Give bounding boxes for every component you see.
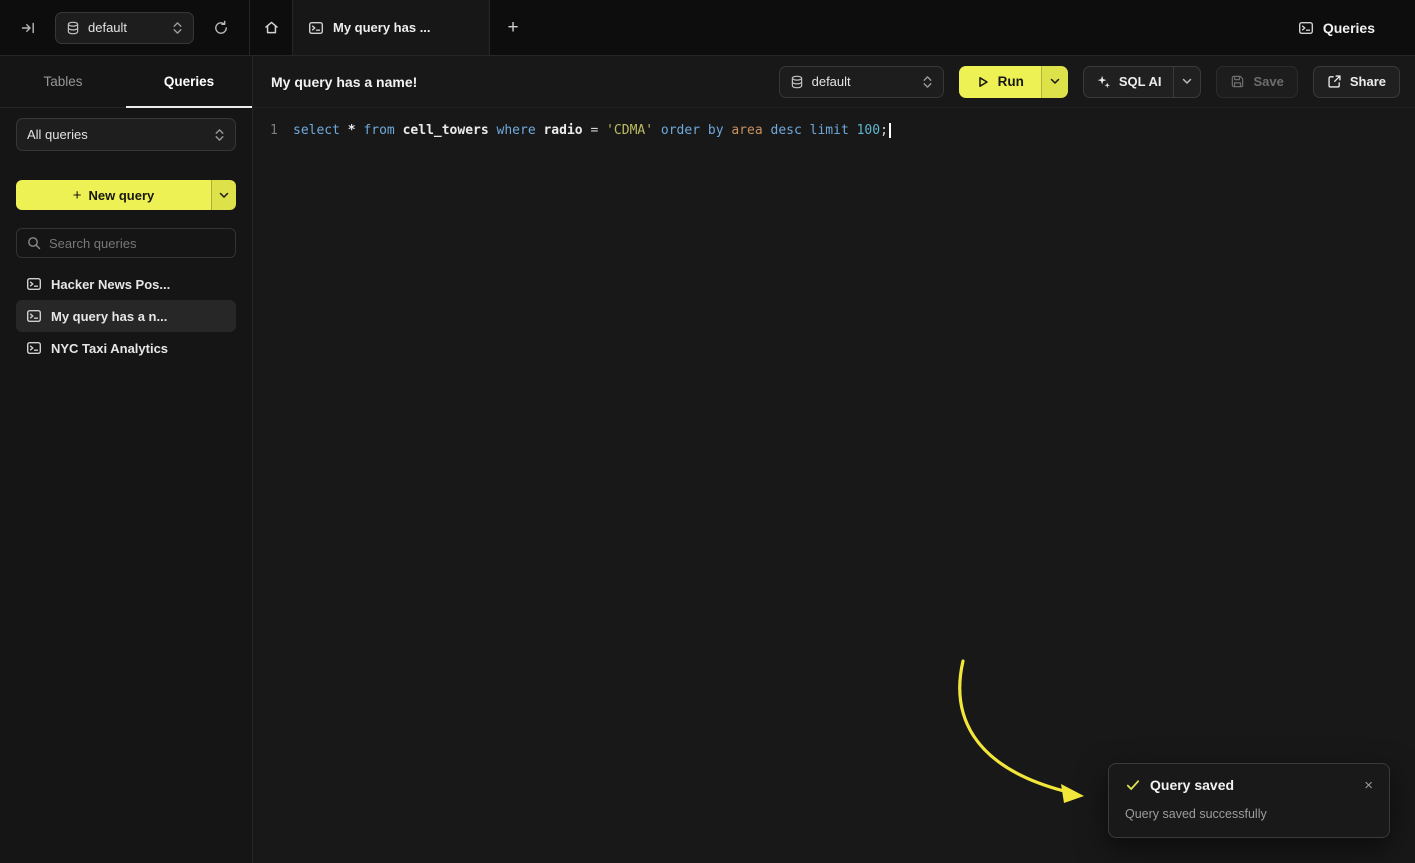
save-icon xyxy=(1230,74,1245,89)
sidebar-tab-tables[interactable]: Tables xyxy=(0,56,126,107)
new-query-label: New query xyxy=(89,188,155,203)
query-icon xyxy=(1298,20,1314,36)
sidebar-content: All queries + New query xyxy=(0,108,252,380)
sidebar-tabs: Tables Queries xyxy=(0,56,252,108)
queries-panel-button[interactable]: Queries xyxy=(1298,20,1375,36)
sparkle-icon xyxy=(1096,74,1111,89)
body-row: Tables Queries All queries + New query xyxy=(0,56,1415,863)
database-selector-content: default xyxy=(790,74,851,89)
main-panel: My query has a name! default xyxy=(253,56,1415,863)
chevron-down-icon xyxy=(1050,78,1060,85)
code-tokens: select * from cell_towers where radio = … xyxy=(293,123,888,138)
query-list: Hacker News Pos... My query has a n... xyxy=(16,268,236,364)
updown-chevron-icon xyxy=(214,128,225,142)
database-selector-value: default xyxy=(88,20,127,35)
text-cursor xyxy=(889,123,891,138)
queries-panel-label: Queries xyxy=(1323,20,1375,36)
query-item-label: My query has a n... xyxy=(51,309,167,324)
query-list-item[interactable]: NYC Taxi Analytics xyxy=(16,332,236,364)
toast-message: Query saved successfully xyxy=(1125,807,1373,821)
collapse-sidebar-icon xyxy=(20,20,36,36)
query-list-item[interactable]: My query has a n... xyxy=(16,300,236,332)
query-icon xyxy=(26,308,42,324)
sidebar: Tables Queries All queries + New query xyxy=(0,56,253,863)
check-icon xyxy=(1125,777,1141,793)
share-button[interactable]: Share xyxy=(1313,66,1400,98)
sql-ai-options-button[interactable] xyxy=(1173,67,1200,97)
sql-ai-label: SQL AI xyxy=(1119,74,1162,89)
sidebar-tab-queries[interactable]: Queries xyxy=(126,56,252,107)
sql-ai-split-button: SQL AI xyxy=(1083,66,1202,98)
search-queries-input[interactable] xyxy=(49,236,225,251)
toast-header: Query saved × xyxy=(1125,777,1373,793)
new-tab-button[interactable]: + xyxy=(490,0,536,55)
share-label: Share xyxy=(1350,74,1386,89)
query-icon xyxy=(26,340,42,356)
tab-my-query[interactable]: My query has ... xyxy=(292,0,490,55)
toolbar-database-selector[interactable]: default xyxy=(779,66,944,98)
sql-editor[interactable]: 1 select * from cell_towers where radio … xyxy=(253,108,1415,863)
app-root: default xyxy=(0,0,1415,863)
home-button[interactable] xyxy=(250,0,292,55)
topbar: default xyxy=(0,0,1415,56)
database-selector-value: default xyxy=(812,74,851,89)
tab-bar: My query has ... + xyxy=(250,0,536,55)
query-toolbar: default Run xyxy=(779,66,1400,98)
play-icon xyxy=(976,75,990,89)
queries-filter-select[interactable]: All queries xyxy=(16,118,236,151)
toast-close-button[interactable]: × xyxy=(1364,778,1373,793)
database-selector-content: default xyxy=(66,20,127,35)
code-line: 1 select * from cell_towers where radio … xyxy=(253,120,1415,141)
query-item-label: Hacker News Pos... xyxy=(51,277,170,292)
updown-chevron-icon xyxy=(922,75,933,89)
run-options-button[interactable] xyxy=(1041,66,1068,98)
new-query-button[interactable]: + New query xyxy=(16,180,211,210)
database-icon xyxy=(66,21,80,35)
run-split-button: Run xyxy=(959,66,1068,98)
database-icon xyxy=(790,75,804,89)
chevron-down-icon xyxy=(1182,78,1192,85)
toast-query-saved: Query saved × Query saved successfully xyxy=(1108,763,1390,838)
home-icon xyxy=(263,19,280,36)
topbar-right: Queries xyxy=(1298,0,1415,55)
line-number: 1 xyxy=(270,123,283,138)
refresh-icon xyxy=(213,20,229,36)
query-icon xyxy=(308,20,324,36)
run-label: Run xyxy=(998,74,1024,89)
save-button[interactable]: Save xyxy=(1216,66,1297,98)
query-list-item[interactable]: Hacker News Pos... xyxy=(16,268,236,300)
refresh-button[interactable] xyxy=(206,13,236,43)
search-icon xyxy=(27,236,41,250)
page-title: My query has a name! xyxy=(271,74,417,90)
tab-label: My query has ... xyxy=(333,20,431,35)
query-header: My query has a name! default xyxy=(253,56,1415,108)
chevron-down-icon xyxy=(219,192,229,199)
plus-icon: + xyxy=(73,187,82,204)
run-button[interactable]: Run xyxy=(959,66,1041,98)
updown-chevron-icon xyxy=(172,21,183,35)
query-item-label: NYC Taxi Analytics xyxy=(51,341,168,356)
new-query-options-button[interactable] xyxy=(211,180,236,210)
collapse-sidebar-button[interactable] xyxy=(13,13,43,43)
queries-filter-value: All queries xyxy=(27,127,88,142)
save-label: Save xyxy=(1253,74,1283,89)
topbar-left: default xyxy=(0,0,250,55)
topbar-database-selector[interactable]: default xyxy=(55,12,194,44)
new-query-split-button: + New query xyxy=(16,180,236,210)
toast-title: Query saved xyxy=(1150,777,1234,793)
query-icon xyxy=(26,276,42,292)
sql-ai-button[interactable]: SQL AI xyxy=(1084,67,1174,97)
search-queries-box xyxy=(16,228,236,258)
share-icon xyxy=(1327,74,1342,89)
